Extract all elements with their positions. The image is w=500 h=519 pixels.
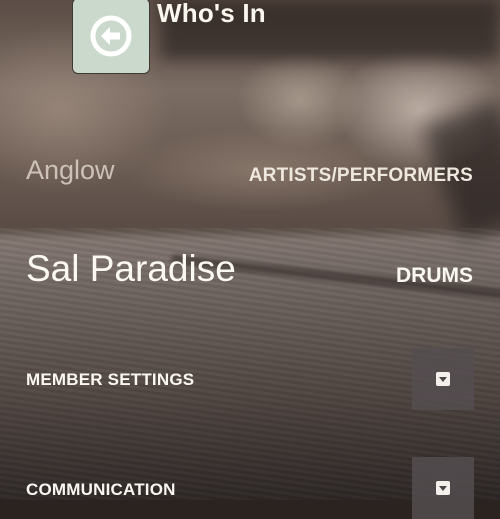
group-name: Anglow bbox=[26, 155, 115, 185]
member-settings-expand-button[interactable] bbox=[412, 348, 474, 410]
member-settings-label[interactable]: MEMBER SETTINGS bbox=[26, 370, 194, 390]
communication-expand-button[interactable] bbox=[412, 457, 474, 519]
back-button[interactable] bbox=[72, 0, 150, 74]
chevron-down-icon bbox=[436, 481, 450, 495]
arrow-left-circle-icon bbox=[90, 15, 132, 57]
group-category: ARTISTS/PERFORMERS bbox=[248, 165, 473, 186]
chevron-down-icon bbox=[436, 372, 450, 386]
page-title: Who's In bbox=[157, 0, 266, 28]
member-role: DRUMS bbox=[396, 264, 473, 287]
communication-label[interactable]: COMMUNICATION bbox=[26, 480, 176, 500]
member-name: Sal Paradise bbox=[26, 248, 236, 289]
